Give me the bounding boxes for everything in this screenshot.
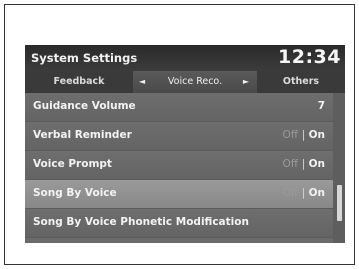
tab-voice-reco[interactable]: ◄ Voice Reco. ►	[133, 71, 257, 93]
scrollbar[interactable]	[333, 93, 345, 243]
left-arrow-icon[interactable]: ◄	[139, 71, 145, 93]
settings-list: Guidance Volume 7 Verbal Reminder Off | …	[25, 93, 333, 243]
toggle-value: Off | On	[283, 129, 325, 141]
toggle-value: Off | On	[283, 158, 325, 170]
toggle-separator: |	[301, 187, 309, 199]
toggle-off-label: Off	[282, 129, 299, 141]
toggle-off-label: Off	[282, 158, 299, 170]
list-item-verbal-reminder[interactable]: Verbal Reminder Off | On	[25, 122, 333, 151]
list-item-label: Voice Prompt	[33, 158, 112, 170]
toggle-on-label: On	[308, 158, 325, 170]
toggle-separator: |	[301, 158, 309, 170]
clock: 12:34	[278, 46, 341, 68]
right-arrow-icon[interactable]: ►	[243, 71, 249, 93]
toggle-on-label: On	[308, 187, 325, 199]
tab-voice-reco-label: Voice Reco.	[167, 76, 223, 87]
settings-screen: System Settings 12:34 Feedback ◄ Voice R…	[25, 45, 345, 243]
list-item-song-by-voice-phonetic[interactable]: Song By Voice Phonetic Modification	[25, 209, 333, 238]
list-item-value: 7	[317, 100, 325, 112]
list-item-song-by-voice[interactable]: Song By Voice Off | On	[25, 180, 333, 209]
list-item-guidance-volume[interactable]: Guidance Volume 7	[25, 93, 333, 122]
scrollbar-thumb[interactable]	[337, 185, 342, 221]
tab-others[interactable]: Others	[257, 71, 345, 93]
toggle-off-label: Off	[282, 187, 299, 199]
title-bar: System Settings 12:34	[25, 45, 345, 71]
list-item-voice-prompt[interactable]: Voice Prompt Off | On	[25, 151, 333, 180]
toggle-on-label: On	[308, 129, 325, 141]
list-item-label: Verbal Reminder	[33, 129, 132, 141]
list-item-label: Song By Voice	[33, 187, 117, 199]
tab-feedback[interactable]: Feedback	[25, 71, 133, 93]
list-item-label: Song By Voice Phonetic Modification	[33, 216, 249, 228]
window-title: System Settings	[31, 51, 138, 65]
toggle-value: Off | On	[283, 187, 325, 199]
tab-bar: Feedback ◄ Voice Reco. ► Others	[25, 71, 345, 93]
figure-frame: System Settings 12:34 Feedback ◄ Voice R…	[4, 4, 355, 265]
toggle-separator: |	[301, 129, 309, 141]
list-item-label: Guidance Volume	[33, 100, 136, 112]
